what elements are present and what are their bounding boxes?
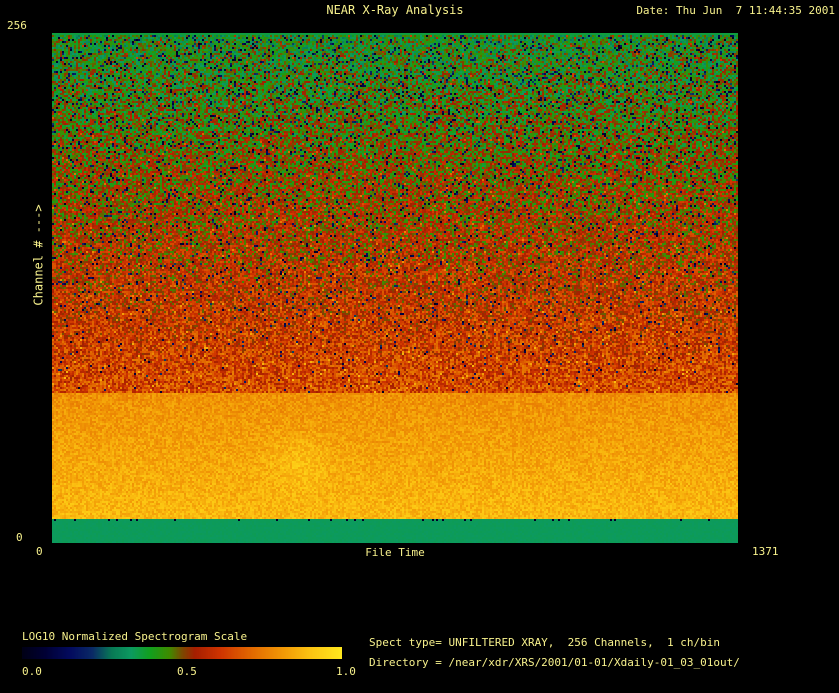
directory-info: Directory = /near/xdr/XRS/2001/01-01/Xda… (369, 656, 740, 669)
y-axis-max-tick: 256 (7, 19, 27, 32)
y-axis-min-tick: 0 (16, 531, 23, 544)
colorbar-tick-1: 1.0 (336, 665, 356, 678)
y-axis-label: Channel # ---> (31, 204, 46, 306)
colorbar-title: LOG10 Normalized Spectrogram Scale (22, 630, 248, 643)
x-axis-max-tick: 1371 (752, 545, 779, 558)
spectrogram-canvas (52, 33, 738, 543)
page-title: NEAR X-Ray Analysis (326, 3, 464, 17)
colorbar-tick-05: 0.5 (177, 665, 197, 678)
near-xray-analysis-window: NEAR X-Ray Analysis Date: Thu Jun 7 11:4… (0, 0, 839, 693)
date-stamp: Date: Thu Jun 7 11:44:35 2001 (636, 4, 835, 17)
x-axis-label: File Time (365, 546, 425, 559)
x-axis-min-tick: 0 (36, 545, 43, 558)
colorbar-gradient (22, 647, 342, 659)
spect-type-info: Spect type= UNFILTERED XRAY, 256 Channel… (369, 636, 720, 649)
colorbar-tick-0: 0.0 (22, 665, 42, 678)
